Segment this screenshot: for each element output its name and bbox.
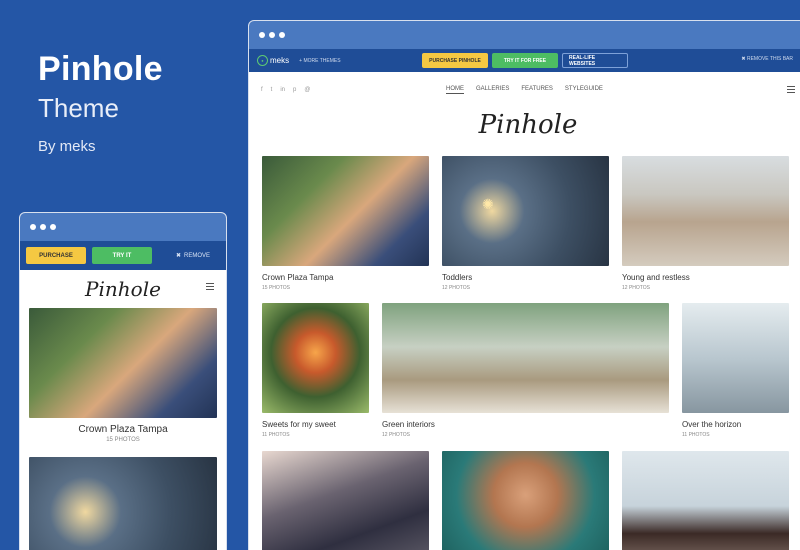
mobile-logo[interactable]: Pinhole [85, 277, 161, 301]
mobile-purchase-button[interactable]: PURCHASE [26, 247, 86, 264]
try-free-button[interactable]: TRY IT FOR FREE [492, 53, 558, 68]
social-links: f t in p @ [261, 87, 310, 93]
gallery-count: 15 PHOTOS [262, 285, 290, 291]
instagram-icon[interactable]: in [280, 87, 285, 93]
mobile-promo-bar: PURCHASE TRY IT ✖ REMOVE [20, 241, 226, 270]
mobile-window-chrome [20, 213, 226, 241]
gallery-count: 12 PHOTOS [382, 432, 410, 438]
mobile-gallery-photo[interactable] [29, 308, 217, 418]
gallery-card[interactable]: Young and restless 12 PHOTOS [622, 156, 789, 291]
gallery-count: 11 PHOTOS [682, 432, 710, 438]
pinterest-icon[interactable]: p [293, 87, 296, 93]
desktop-window-chrome [249, 21, 800, 49]
window-dot-icon [40, 224, 46, 230]
gallery-title[interactable]: Sweets for my sweet [262, 420, 369, 429]
gallery-card[interactable]: Green interiors 12 PHOTOS [382, 303, 669, 438]
gallery-title[interactable]: Toddlers [442, 273, 609, 282]
window-dot-icon [279, 32, 285, 38]
gallery-card[interactable]: Crown Plaza Tampa 15 PHOTOS [262, 156, 429, 291]
gallery-card[interactable]: Over the horizon 11 PHOTOS [682, 303, 789, 438]
sparkle-icon: ✺ [482, 196, 494, 212]
main-menu: HOME GALLERIES FEATURES STYLEGUIDE [446, 86, 603, 94]
hamburger-menu-icon[interactable] [206, 283, 214, 292]
gallery-photo[interactable] [262, 156, 429, 266]
mobile-remove-button[interactable]: ✖ REMOVE [175, 252, 220, 260]
close-icon: ✖ [175, 253, 181, 259]
gallery-count: 11 PHOTOS [262, 432, 290, 438]
gallery-title[interactable]: Crown Plaza Tampa [262, 273, 429, 282]
meks-logo[interactable]: ● meks [257, 55, 289, 66]
gallery-card[interactable]: Sweets for my sweet 11 PHOTOS [262, 303, 369, 438]
gallery-photo[interactable]: ✺ [442, 156, 609, 266]
facebook-icon[interactable]: f [261, 87, 263, 93]
mobile-remove-label: REMOVE [183, 252, 210, 259]
meks-logo-icon: ● [257, 55, 268, 66]
brand-title: Pinhole [38, 50, 163, 88]
gallery-photo[interactable] [382, 303, 669, 413]
twitter-icon[interactable]: t [271, 87, 273, 93]
more-themes-label: MORE THEMES [303, 57, 341, 64]
mobile-gallery-photo-2[interactable] [29, 457, 217, 550]
mobile-gallery-title[interactable]: Crown Plaza Tampa [20, 424, 226, 435]
remove-bar-label: REMOVE THIS BAR [746, 56, 793, 62]
desktop-preview: ● meks + MORE THEMES PURCHASE PINHOLE TR… [248, 20, 800, 550]
remove-bar-button[interactable]: ✖ REMOVE THIS BAR [741, 56, 793, 62]
window-dot-icon [269, 32, 275, 38]
gallery-count: 12 PHOTOS [622, 285, 650, 291]
gallery-photo[interactable] [622, 156, 789, 266]
nav-item-features[interactable]: FEATURES [521, 86, 553, 94]
nav-item-home[interactable]: HOME [446, 86, 464, 94]
nav-item-styleguide[interactable]: STYLEGUIDE [565, 86, 603, 94]
gallery-count: 12 PHOTOS [442, 285, 470, 291]
gallery-photo[interactable] [262, 451, 429, 550]
brand-subtitle: Theme [38, 93, 119, 123]
mobile-gallery-count: 15 PHOTOS [106, 437, 140, 443]
nav-item-galleries[interactable]: GALLERIES [476, 86, 509, 94]
gallery-title[interactable]: Over the horizon [682, 420, 789, 429]
brand-block: Pinhole Theme By meks [38, 50, 163, 155]
gallery-photo[interactable] [262, 303, 369, 413]
mobile-try-button[interactable]: TRY IT [92, 247, 152, 264]
window-dot-icon [259, 32, 265, 38]
real-life-websites-button[interactable]: REAL-LIFE WEBSITES [562, 53, 628, 68]
brand-byline: By meks [38, 138, 96, 155]
gallery-photo[interactable] [622, 451, 789, 550]
window-dot-icon [30, 224, 36, 230]
more-themes-link[interactable]: + MORE THEMES [299, 58, 340, 64]
email-icon[interactable]: @ [304, 87, 310, 93]
gallery-card[interactable] [622, 451, 789, 550]
purchase-pinhole-button[interactable]: PURCHASE PINHOLE [422, 53, 488, 68]
hamburger-menu-icon[interactable] [787, 86, 795, 95]
desktop-promo-bar: ● meks + MORE THEMES PURCHASE PINHOLE TR… [249, 49, 800, 72]
gallery-title[interactable]: Young and restless [622, 273, 789, 282]
window-dot-icon [50, 224, 56, 230]
gallery-card[interactable] [442, 451, 609, 550]
gallery-card[interactable] [262, 451, 429, 550]
gallery-photo[interactable] [682, 303, 789, 413]
gallery-title[interactable]: Green interiors [382, 420, 669, 429]
meks-label: meks [270, 56, 290, 65]
promo-buttons: PURCHASE PINHOLE TRY IT FOR FREE REAL-LI… [422, 53, 628, 68]
gallery-photo[interactable] [442, 451, 609, 550]
mobile-preview: PURCHASE TRY IT ✖ REMOVE Pinhole Crown P… [19, 212, 227, 550]
mobile-header: Pinhole [20, 270, 226, 308]
gallery-card[interactable]: ✺ Toddlers 12 PHOTOS [442, 156, 609, 291]
desktop-nav: f t in p @ HOME GALLERIES FEATURES STYLE… [249, 72, 800, 110]
